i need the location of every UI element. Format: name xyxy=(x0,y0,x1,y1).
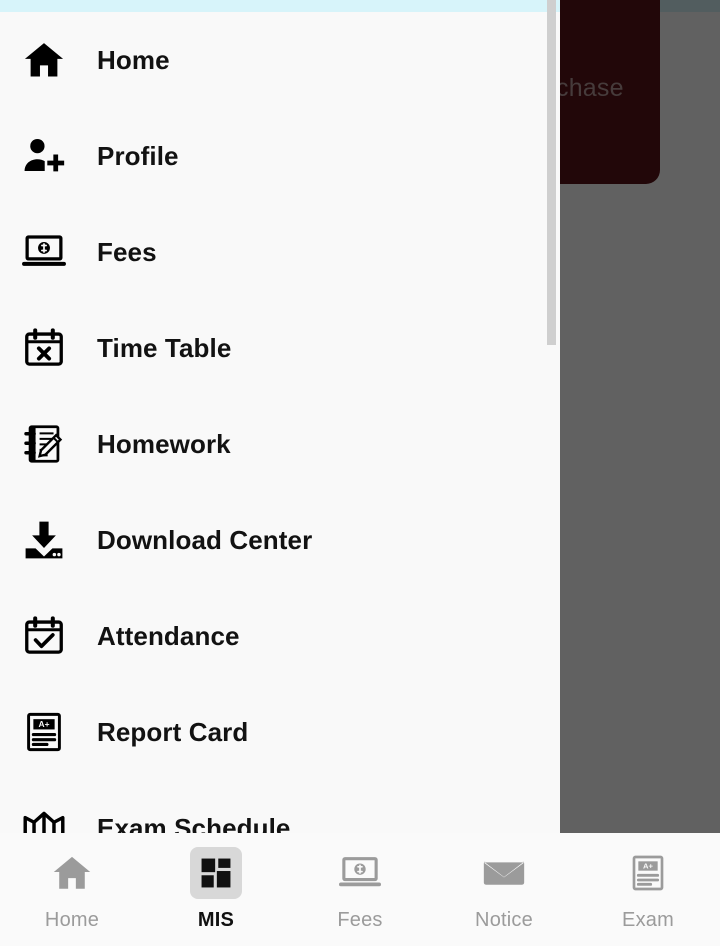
svg-text:A+: A+ xyxy=(38,719,49,729)
report-card-icon: A+ xyxy=(18,706,70,758)
envelope-icon xyxy=(478,847,530,899)
drawer-item-label: Home xyxy=(97,44,170,75)
drawer-menu-list: Home Profile Fees Time Table Homework Do… xyxy=(0,12,560,838)
bottom-navigation-bar: Home MIS Fees Notice A+ Exam xyxy=(0,833,720,946)
drawer-item-exam-schedule[interactable]: Exam Schedule xyxy=(0,780,560,838)
download-tray-icon xyxy=(18,514,70,566)
bottom-tab-exam[interactable]: A+ Exam xyxy=(576,847,720,932)
scrollbar-thumb[interactable] xyxy=(547,0,556,345)
calendar-check-icon xyxy=(18,610,70,662)
drawer-item-label: Attendance xyxy=(97,620,240,651)
navigation-drawer: Home Profile Fees Time Table Homework Do… xyxy=(0,0,560,838)
svg-text:A+: A+ xyxy=(643,862,654,871)
drawer-item-download-center[interactable]: Download Center xyxy=(0,492,560,588)
laptop-money-icon xyxy=(334,847,386,899)
bottom-tab-label: Exam xyxy=(622,909,674,931)
bottom-tab-mis[interactable]: MIS xyxy=(144,847,288,932)
drawer-item-label: Homework xyxy=(97,428,231,459)
drawer-item-fees[interactable]: Fees xyxy=(0,204,560,300)
drawer-scrim-overlay[interactable] xyxy=(560,0,720,833)
drawer-status-strip xyxy=(0,0,560,12)
drawer-item-report-card[interactable]: A+ Report Card xyxy=(0,684,560,780)
drawer-item-home[interactable]: Home xyxy=(0,12,560,108)
home-icon xyxy=(18,34,70,86)
notepad-pencil-icon xyxy=(18,418,70,470)
bottom-tab-label: Home xyxy=(44,909,100,931)
laptop-money-icon xyxy=(18,226,70,278)
report-card-icon: A+ xyxy=(622,847,674,899)
calendar-x-icon xyxy=(18,322,70,374)
person-add-icon xyxy=(18,130,70,182)
drawer-item-time-table[interactable]: Time Table xyxy=(0,300,560,396)
drawer-item-label: Fees xyxy=(97,236,157,267)
drawer-item-label: Time Table xyxy=(97,332,232,363)
drawer-item-label: Profile xyxy=(97,140,179,171)
drawer-scrollbar-track[interactable] xyxy=(547,0,558,838)
bottom-tab-notice[interactable]: Notice xyxy=(432,847,576,932)
bottom-tab-label: Notice xyxy=(475,909,533,931)
drawer-item-label: Download Center xyxy=(97,524,313,555)
bottom-tab-label: Fees xyxy=(337,909,383,931)
bottom-tab-label: MIS xyxy=(197,909,235,931)
bottom-tab-home[interactable]: Home xyxy=(0,847,144,932)
app-screen: chase Home xyxy=(0,0,720,946)
drawer-item-profile[interactable]: Profile xyxy=(0,108,560,204)
drawer-item-homework[interactable]: Homework xyxy=(0,396,560,492)
home-icon xyxy=(46,847,98,899)
grid-icon xyxy=(190,847,242,899)
drawer-item-attendance[interactable]: Attendance xyxy=(0,588,560,684)
drawer-item-label: Report Card xyxy=(97,716,249,747)
bottom-tab-fees[interactable]: Fees xyxy=(288,847,432,932)
